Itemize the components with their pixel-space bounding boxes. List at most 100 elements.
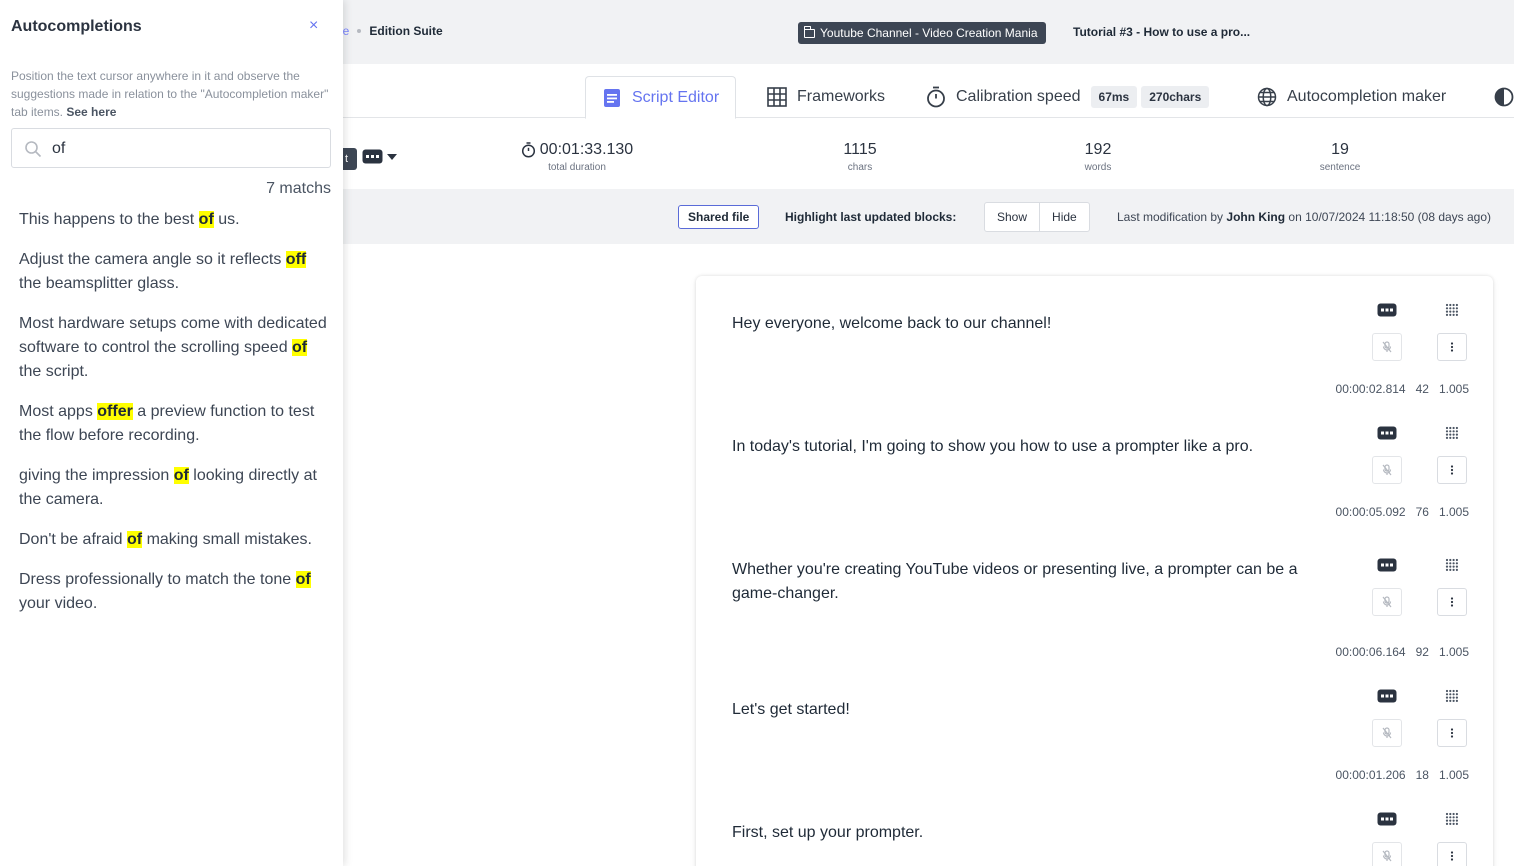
tutorial-title: Tutorial #3 - How to use a pro... <box>1073 25 1251 39</box>
speed-chars-badge: 270chars <box>1141 86 1210 108</box>
script-block-text[interactable]: Hey everyone, welcome back to our channe… <box>732 312 1326 336</box>
drag-handle-icon[interactable] <box>1445 426 1459 440</box>
mic-off-icon <box>1382 464 1392 476</box>
block-ratio: 1.005 <box>1438 382 1469 396</box>
subtitle-icon[interactable] <box>1377 426 1397 440</box>
suggestion-text-before: This happens to the best <box>19 211 199 228</box>
more-options-button[interactable] <box>1437 719 1467 747</box>
hide-button[interactable]: Hide <box>1039 203 1089 231</box>
autocompletion-panel: Autocompletions × Position the text curs… <box>0 0 343 866</box>
highlight-toggle-group: Show Hide <box>984 202 1090 232</box>
suggestion-item[interactable]: Dress professionally to match the tone o… <box>19 568 331 616</box>
block-time: 00:00:06.164 <box>1335 645 1406 659</box>
close-icon[interactable]: × <box>309 17 318 35</box>
see-here-link[interactable]: See here <box>66 105 116 119</box>
block-ratio: 1.005 <box>1438 768 1469 782</box>
suggestion-match: of <box>198 211 214 228</box>
more-options-button[interactable] <box>1437 456 1467 484</box>
suggestion-text-before: Most apps <box>19 403 98 420</box>
panel-title: Autocompletions <box>11 18 142 35</box>
tab-frameworks[interactable]: Frameworks <box>767 76 885 118</box>
script-block-text[interactable]: Let's get started! <box>732 698 1326 722</box>
subtitle-icon[interactable] <box>1377 812 1397 826</box>
suggestion-match: offer <box>97 403 133 420</box>
drag-handle-icon[interactable] <box>1445 689 1459 703</box>
suggestion-match: of <box>292 339 308 356</box>
drag-handle-icon[interactable] <box>1445 558 1459 572</box>
tab-autocompletion-maker[interactable]: Autocompletion maker <box>1257 76 1446 118</box>
script-block-text[interactable]: First, set up your prompter. <box>732 821 1326 845</box>
suggestion-text-after: the script. <box>19 363 89 380</box>
stat-sentences: 19 sentence <box>1300 141 1380 173</box>
subtitle-dropdown[interactable] <box>362 149 397 164</box>
speed-ms-badge: 67ms <box>1090 86 1138 108</box>
last-modification: Last modification by John King on 10/07/… <box>1117 210 1491 224</box>
mic-off-button[interactable] <box>1372 456 1402 484</box>
tab-script-editor[interactable]: Script Editor <box>585 76 737 119</box>
block-ratio: 1.005 <box>1438 645 1469 659</box>
mic-off-button[interactable] <box>1372 333 1402 361</box>
mic-off-icon <box>1382 596 1392 608</box>
breadcrumb-separator <box>357 29 362 33</box>
mic-off-icon <box>1382 727 1392 739</box>
grid-icon <box>767 87 787 107</box>
block-ratio: 1.005 <box>1438 505 1469 519</box>
script-block-text[interactable]: In today's tutorial, I'm going to show y… <box>732 435 1326 459</box>
theme-toggle[interactable] <box>1494 76 1514 118</box>
breadcrumb-current: Edition Suite <box>369 24 443 38</box>
block-chars: 42 <box>1415 382 1429 396</box>
block-time: 00:00:01.206 <box>1335 768 1406 782</box>
chars-label: chars <box>847 162 873 173</box>
folder-icon <box>803 25 815 38</box>
globe-icon <box>1257 87 1277 107</box>
show-button[interactable]: Show <box>985 203 1039 231</box>
script-block-text[interactable]: Whether you're creating YouTube videos o… <box>732 558 1326 606</box>
sentences-label: sentence <box>1319 162 1361 173</box>
suggestion-item[interactable]: Most hardware setups come with dedicated… <box>19 312 331 384</box>
mic-off-button[interactable] <box>1372 842 1402 866</box>
mic-off-icon <box>1382 341 1392 353</box>
stat-words: 192 words <box>1058 141 1138 173</box>
suggestion-text-after: making small mistakes. <box>142 531 312 548</box>
script-card: Hey everyone, welcome back to our channe… <box>696 276 1493 866</box>
suggestion-text-before: giving the impression <box>19 467 174 484</box>
words-value: 192 <box>1084 141 1112 158</box>
subtitle-icon[interactable] <box>1377 689 1397 703</box>
suggestion-item[interactable]: This happens to the best of us. <box>19 208 331 232</box>
suggestion-list: This happens to the best of us. Adjust th… <box>19 208 331 632</box>
suggestion-text-before: Dress professionally to match the tone <box>19 571 296 588</box>
tab-label: Script Editor <box>632 88 720 106</box>
suggestion-item[interactable]: giving the impression of looking directl… <box>19 464 331 512</box>
project-badge[interactable]: Youtube Channel - Video Creation Mania <box>798 22 1046 44</box>
match-count: 7 matchs <box>266 180 331 197</box>
drag-handle-icon[interactable] <box>1445 303 1459 317</box>
suggestion-match: off <box>285 251 307 268</box>
drag-handle-icon[interactable] <box>1445 812 1459 826</box>
shared-file-button[interactable]: Shared file <box>678 205 760 229</box>
script-block-meta: 00:00:02.814 42 1.005 <box>1336 382 1469 396</box>
tab-calibration-speed[interactable]: Calibration speed 67ms 270chars <box>926 76 1210 118</box>
script-block-meta: 00:00:06.164 92 1.005 <box>1336 645 1469 659</box>
suggestion-item[interactable]: Adjust the camera angle so it reflects o… <box>19 248 331 296</box>
more-options-button[interactable] <box>1437 333 1467 361</box>
subtitle-icon <box>362 149 383 164</box>
mic-off-button[interactable] <box>1372 719 1402 747</box>
more-options-button[interactable] <box>1437 588 1467 616</box>
mic-off-button[interactable] <box>1372 588 1402 616</box>
tab-label: Autocompletion maker <box>1287 88 1447 105</box>
search-input[interactable] <box>52 138 322 160</box>
help-text: Position the text cursor anywhere in it … <box>11 69 329 119</box>
suggestion-item[interactable]: Most apps offer a preview function to te… <box>19 400 331 448</box>
suggestion-item[interactable]: Don't be afraid of making small mistakes… <box>19 528 331 552</box>
subtitle-icon[interactable] <box>1377 303 1397 317</box>
tab-label: Calibration speed <box>956 88 1081 105</box>
more-options-button[interactable] <box>1437 842 1467 866</box>
more-vertical-icon <box>1450 728 1454 738</box>
block-chars: 92 <box>1415 645 1429 659</box>
subtitle-icon[interactable] <box>1377 558 1397 572</box>
suggestion-text-after: the beamsplitter glass. <box>19 275 180 292</box>
document-icon <box>602 88 622 108</box>
highlight-label: Highlight last updated blocks: <box>785 210 957 224</box>
suggestion-text-before: Most hardware setups come with dedicated… <box>19 315 327 356</box>
panel-help-text: Position the text cursor anywhere in it … <box>11 67 329 121</box>
